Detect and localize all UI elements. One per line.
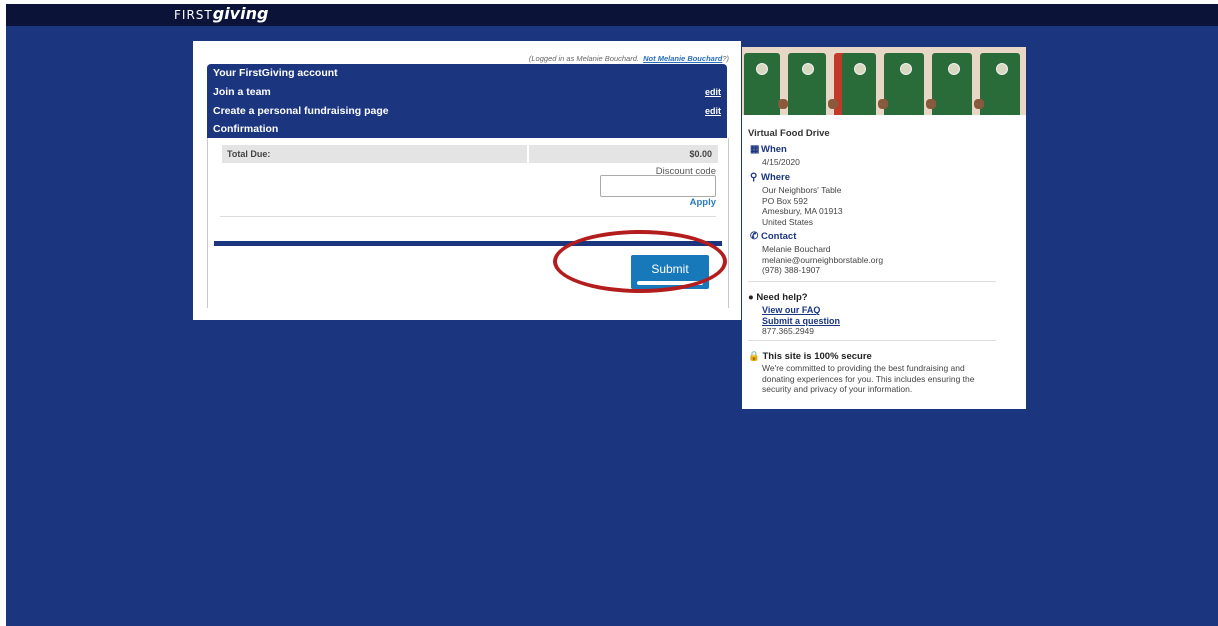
- total-due-value: $0.00: [689, 149, 712, 159]
- edit-personal-page-link[interactable]: edit: [705, 106, 721, 116]
- logged-in-status: (Logged in as Melanie Bouchard. Not Mela…: [528, 54, 729, 63]
- step-confirmation: Confirmation: [213, 123, 279, 135]
- where-heading: ⚲ Where: [750, 172, 791, 183]
- divider: [748, 340, 996, 341]
- address: Our Neighbors' Table PO Box 592 Amesbury…: [762, 185, 843, 227]
- location-pin-icon: ⚲: [750, 172, 758, 183]
- step-join-team: Join a team: [213, 86, 271, 98]
- secure-heading: 🔒 This site is 100% secure: [748, 351, 872, 362]
- phone-icon: ✆: [750, 231, 759, 242]
- apply-discount-link[interactable]: Apply: [690, 197, 716, 208]
- total-due-label: Total Due:: [227, 149, 271, 159]
- event-sidebar: Virtual Food Drive ▦ When 4/15/2020 ⚲ Wher…: [742, 47, 1026, 409]
- contact-name: Melanie Bouchard: [762, 244, 831, 254]
- help-phone: 877.365.2949: [762, 326, 814, 336]
- submit-question-link[interactable]: Submit a question: [762, 316, 840, 326]
- checkout-steps: Your FirstGiving account Join a team edi…: [207, 64, 727, 138]
- faq-link[interactable]: View our FAQ: [762, 305, 820, 315]
- contact-details: Melanie Bouchard melanie@ourneighborstab…: [762, 244, 883, 276]
- lock-icon: 🔒: [748, 351, 760, 362]
- calendar-icon: ▦: [750, 144, 760, 155]
- event-title: Virtual Food Drive: [748, 128, 830, 139]
- not-user-link[interactable]: Not Melanie Bouchard: [643, 54, 722, 63]
- contact-phone: (978) 388-1907: [762, 265, 821, 275]
- step-personal-page: Create a personal fundraising page: [213, 105, 389, 117]
- chat-bubble-icon: ●: [748, 292, 754, 303]
- edit-join-team-link[interactable]: edit: [705, 87, 721, 97]
- secure-text: We're committed to providing the best fu…: [762, 363, 975, 394]
- contact-email: melanie@ourneighborstable.org: [762, 254, 884, 265]
- firstgiving-logo[interactable]: FIRSTgiving: [174, 4, 268, 23]
- divider: [748, 281, 996, 282]
- highlight-ring: [553, 230, 727, 293]
- help-heading: ● Need help?: [748, 292, 808, 303]
- divider: [220, 216, 716, 217]
- discount-code-input[interactable]: [600, 175, 716, 197]
- contact-heading: ✆ Contact: [750, 231, 797, 242]
- step-account: Your FirstGiving account: [213, 67, 338, 79]
- event-photo: [742, 47, 1026, 115]
- column-divider: [527, 145, 529, 163]
- when-heading: ▦ When: [750, 144, 787, 155]
- total-due-row: Total Due: $0.00: [222, 145, 718, 163]
- event-date: 4/15/2020: [762, 157, 800, 167]
